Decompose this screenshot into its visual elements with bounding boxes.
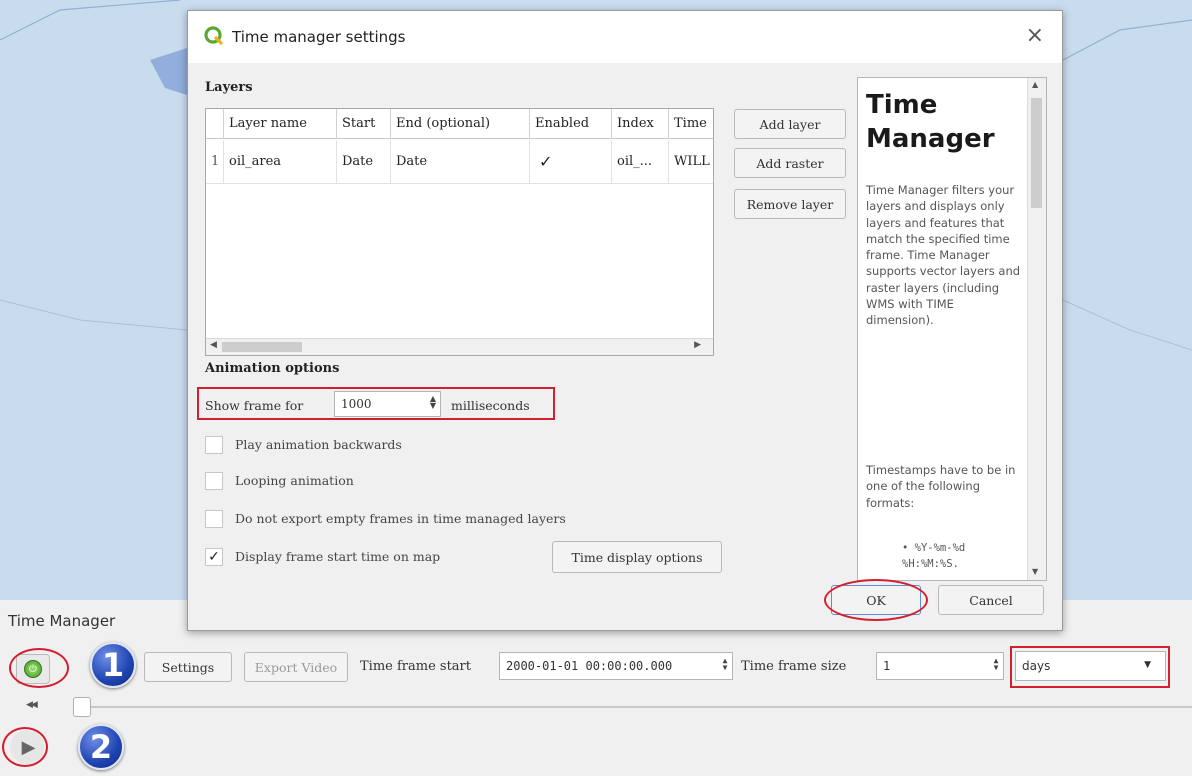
layers-table[interactable]: Layer name Start End (optional) Enabled …: [205, 108, 714, 356]
time-manager-settings-dialog: Time manager settings × Layers Layer nam…: [187, 10, 1063, 631]
table-row-number: 1: [206, 140, 224, 184]
time-display-options-button[interactable]: Time display options: [552, 541, 722, 573]
column-header-enabled[interactable]: Enabled: [530, 109, 612, 139]
cell-time[interactable]: WILL: [669, 140, 713, 184]
spin-arrows-icon[interactable]: ▲ ▼: [991, 657, 1001, 672]
spin-arrows-icon[interactable]: ▲ ▼: [720, 657, 730, 672]
help-bullet: • %Y-%m-%d %H:%M:%S.: [902, 542, 966, 571]
remove-layer-button[interactable]: Remove layer: [734, 189, 846, 219]
scroll-left-icon[interactable]: ◀: [210, 340, 217, 350]
checkmark-icon: ✓: [539, 152, 553, 171]
column-header-index[interactable]: Index: [612, 109, 669, 139]
scroll-down-icon[interactable]: ▼: [1032, 567, 1038, 576]
cell-end[interactable]: Date: [391, 140, 530, 184]
help-vertical-scrollbar[interactable]: ▲ ▼: [1027, 78, 1046, 580]
cell-enabled-checkbox[interactable]: ✓: [530, 140, 612, 184]
display-start-time-checkbox[interactable]: ✓: [205, 548, 223, 566]
cell-layer-name[interactable]: oil_area: [224, 140, 337, 184]
cancel-button[interactable]: Cancel: [938, 585, 1044, 615]
time-frame-start-label: Time frame start: [360, 659, 471, 674]
cell-index[interactable]: oil_...: [612, 140, 669, 184]
play-backwards-checkbox[interactable]: [205, 436, 223, 454]
ok-button-highlight: [824, 579, 928, 621]
qgis-logo-icon: [204, 26, 224, 46]
help-panel: Time Manager Time Manager filters your l…: [857, 77, 1047, 581]
play-backwards-label: Play animation backwards: [235, 437, 402, 452]
scroll-right-icon[interactable]: ▶: [694, 340, 701, 350]
add-raster-button[interactable]: Add raster: [734, 148, 846, 178]
dialog-title: Time manager settings: [232, 28, 406, 46]
power-toggle-highlight: [9, 648, 69, 688]
help-paragraph-1: Time Manager filters your layers and dis…: [866, 183, 1021, 328]
looping-animation-checkbox[interactable]: [205, 472, 223, 490]
display-start-time-label: Display frame start time on map: [235, 549, 441, 564]
time-slider-track[interactable]: [80, 706, 1192, 708]
play-button-highlight: [2, 727, 48, 767]
cell-start[interactable]: Date: [337, 140, 391, 184]
animation-options-title: Animation options: [205, 361, 340, 376]
time-frame-size-label: Time frame size: [741, 659, 847, 674]
close-icon[interactable]: ×: [1026, 23, 1044, 48]
column-header-layer-name[interactable]: Layer name: [224, 109, 337, 139]
scrollbar-thumb[interactable]: [1031, 98, 1042, 208]
column-header-start[interactable]: Start: [337, 109, 391, 139]
settings-button[interactable]: Settings: [144, 652, 232, 682]
panel-title: Time Manager: [8, 612, 116, 630]
add-layer-button[interactable]: Add layer: [734, 109, 846, 139]
step-badge-2: 2: [78, 724, 124, 770]
frame-duration-highlight: [197, 387, 555, 420]
step-badge-1: 1: [90, 642, 136, 688]
table-horizontal-scrollbar[interactable]: ◀ ▶: [206, 338, 713, 355]
rewind-icon[interactable]: ◀◀: [26, 700, 38, 710]
time-frame-start-input[interactable]: 2000-01-01 00:00:00.000 ▲ ▼: [499, 652, 733, 680]
no-empty-frames-label: Do not export empty frames in time manag…: [235, 511, 566, 526]
time-slider-handle[interactable]: [73, 697, 91, 717]
no-empty-frames-checkbox[interactable]: [205, 510, 223, 528]
looping-animation-label: Looping animation: [235, 473, 354, 488]
help-heading: Time Manager: [866, 90, 995, 154]
scroll-up-icon[interactable]: ▲: [1032, 80, 1038, 89]
dialog-titlebar: Time manager settings ×: [188, 11, 1062, 63]
time-frame-size-input[interactable]: 1 ▲ ▼: [876, 652, 1004, 680]
layers-section-title: Layers: [205, 80, 253, 95]
help-paragraph-2: Timestamps have to be in one of the foll…: [866, 463, 1016, 510]
column-header-end[interactable]: End (optional): [391, 109, 530, 139]
column-header-time[interactable]: Time: [669, 109, 713, 139]
time-unit-highlight: [1010, 646, 1170, 688]
scrollbar-thumb[interactable]: [222, 342, 302, 352]
export-video-button[interactable]: Export Video: [244, 652, 348, 682]
row-number-header: [206, 109, 224, 139]
